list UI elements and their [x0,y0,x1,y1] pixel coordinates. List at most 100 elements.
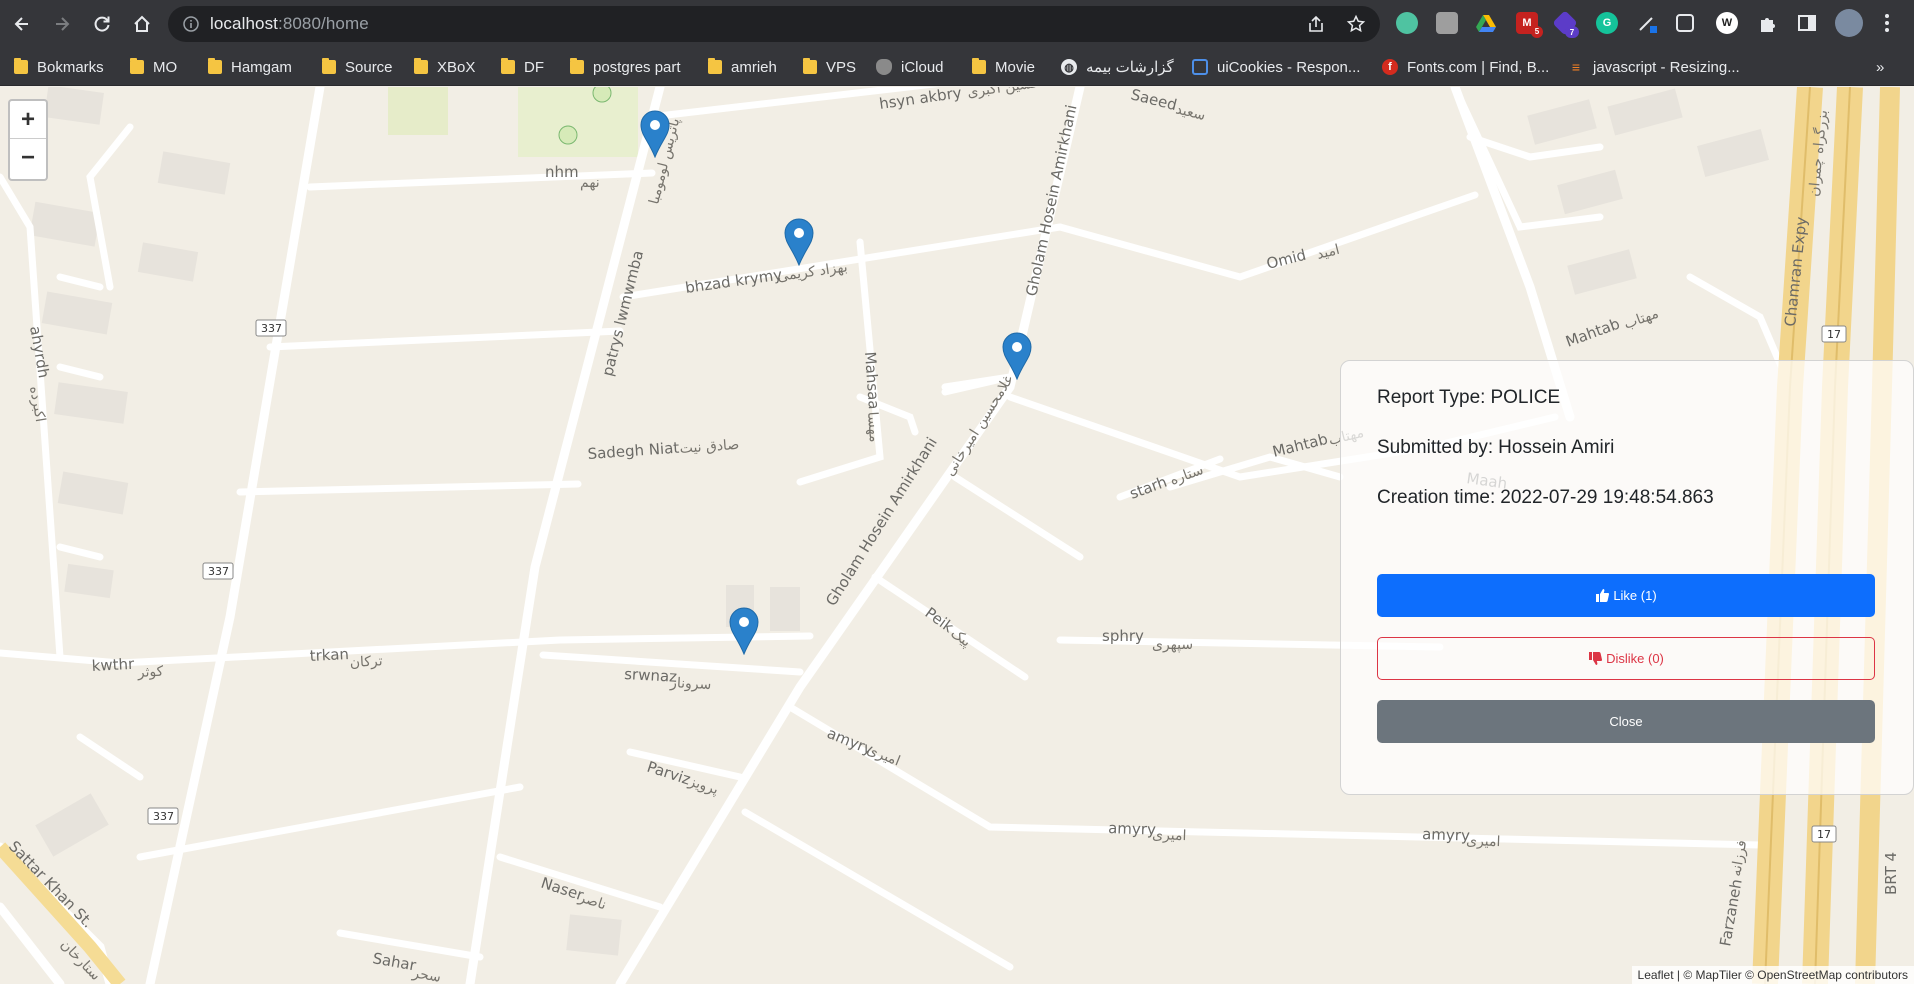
svg-text:17: 17 [1827,328,1841,341]
browser-window: localhost:8080/home M5 7 G W Bokmarks MO… [0,0,1914,984]
submitted-by-line: Submitted by: Hossein Amiri [1377,437,1614,459]
apple-icon [876,59,892,75]
uicookies-icon [1192,59,1208,75]
forward-button[interactable] [48,10,76,38]
bookmark-fonts-com[interactable]: f Fonts.com | Find, B... [1382,56,1549,78]
folder-icon [14,58,28,74]
svg-text:amyry: amyry [1108,819,1156,839]
reload-button[interactable] [88,10,116,38]
fonts-com-icon: f [1382,59,1398,75]
bookmark-icloud[interactable]: iCloud [876,56,944,78]
back-button[interactable] [8,10,36,38]
stackoverflow-icon: ≡ [1571,59,1581,75]
close-button[interactable]: Close [1377,700,1875,743]
dislike-label: Dislike (0) [1606,651,1664,666]
map-marker-icon[interactable] [640,110,670,158]
home-icon [134,15,150,32]
screenshot-extension-icon[interactable] [1436,12,1458,34]
folder-icon [501,58,515,74]
address-bar[interactable]: localhost:8080/home [168,6,1380,42]
zoom-in-button[interactable]: + [10,101,46,139]
svg-text:337: 337 [208,565,229,578]
svg-text:نهم: نهم [580,175,600,191]
submitted-by-value: Hossein Amiri [1498,437,1615,458]
svg-text:kwthr: kwthr [91,655,135,675]
bookmark-insurance-reports[interactable]: ◍ گزارشات بیمه [1061,56,1174,78]
grammarly-icon[interactable]: G [1596,12,1618,34]
folder-icon [708,58,722,74]
svg-text:nhm: nhm [545,163,579,181]
back-arrow-icon [14,17,28,31]
profile-avatar[interactable] [1835,9,1863,37]
bookmark-stackoverflow[interactable]: ≡ javascript - Resizing... [1568,56,1740,78]
map-marker-icon[interactable] [1002,332,1032,380]
globe-icon: ◍ [1061,59,1077,75]
bookmark-label: Movie [995,58,1036,76]
folder-icon [130,58,144,74]
svg-text:trkan: trkan [309,645,349,665]
home-button[interactable] [128,10,156,38]
bookmark-movie[interactable]: Movie [972,56,1035,78]
bookmark-label: uiCookies - Respon... [1217,58,1361,76]
gmail-checker-icon[interactable]: M5 [1516,12,1543,38]
map-marker-icon[interactable] [784,218,814,266]
bookmark-label: Source [345,58,393,76]
bookmark-df[interactable]: DF [501,56,544,78]
gmail-badge: 5 [1531,26,1543,38]
bookmark-vps[interactable]: VPS [803,56,856,78]
forward-arrow-icon [56,17,70,31]
folder-icon [414,58,428,74]
folder-icon [570,58,584,74]
dislike-button[interactable]: Dislike (0) [1377,637,1875,680]
cookie-extension-icon[interactable] [1676,14,1694,32]
report-type-value: POLICE [1490,387,1561,408]
bookmark-label: Bokmarks [37,58,104,76]
google-drive-icon[interactable] [1475,12,1497,34]
site-info-icon[interactable] [182,15,200,33]
thumbs-down-icon [1589,652,1603,665]
report-type-line: Report Type: POLICE [1377,387,1560,409]
url-text[interactable]: localhost:8080/home [210,14,369,34]
bookmark-source[interactable]: Source [322,56,393,78]
svg-text:337: 337 [153,810,174,823]
folder-icon [803,58,817,74]
bookmarks-overflow-button[interactable]: » [1876,56,1884,78]
bookmark-label: DF [524,58,544,76]
bookmark-postgres-part[interactable]: postgres part [570,56,681,78]
map-marker-icon[interactable] [729,607,759,655]
thumbs-up-icon [1596,589,1610,602]
wordpress-icon[interactable]: W [1716,12,1738,34]
bookmark-amrieh[interactable]: amrieh [708,56,777,78]
stack-badge: 7 [1565,26,1579,38]
bookmark-label: MO [153,58,178,76]
bookmark-label: amrieh [731,58,777,76]
bookmark-mo[interactable]: MO [130,56,177,78]
side-panel-icon[interactable] [1796,12,1818,34]
url-path: :8080/home [278,14,369,33]
submitted-by-label: Submitted by: [1377,437,1494,458]
menu-kebab-icon[interactable] [1876,12,1898,34]
bookmark-uicookies[interactable]: uiCookies - Respon... [1192,56,1360,78]
bookmarks-more-label: » [1876,58,1885,76]
svg-text:amyry: amyry [1422,825,1470,845]
share-icon[interactable] [1306,14,1326,34]
folder-icon [208,58,222,74]
lightbulb-extension-icon[interactable] [1396,12,1418,34]
url-host: localhost [210,14,278,33]
svg-text:امیری: امیری [1152,827,1187,844]
folder-icon [322,58,336,74]
bookmark-hamgam[interactable]: Hamgam [208,56,292,78]
svg-text:کوثر: کوثر [136,664,164,681]
svg-text:sphry: sphry [1102,627,1144,645]
report-type-label: Report Type: [1377,387,1486,408]
bookmark-label: XBoX [437,58,476,76]
bookmark-bokmarks[interactable]: Bokmarks [14,56,104,78]
extensions-puzzle-icon[interactable] [1756,12,1778,34]
color-picker-icon[interactable] [1636,12,1658,34]
like-button[interactable]: Like (1) [1377,574,1875,617]
zoom-out-button[interactable]: − [10,139,46,177]
bookmark-star-icon[interactable] [1346,14,1366,34]
map-attribution[interactable]: Leaflet | © MapTiler © OpenStreetMap con… [1631,966,1914,984]
svg-text:ترکان: ترکان [349,653,383,671]
bookmark-xbox[interactable]: XBoX [414,56,475,78]
